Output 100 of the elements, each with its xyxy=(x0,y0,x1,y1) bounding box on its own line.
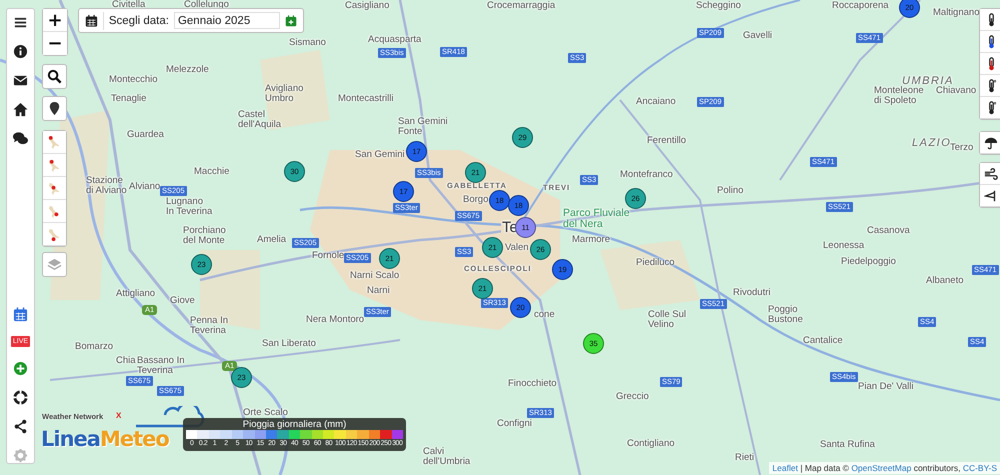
place-label: Guardea xyxy=(127,130,164,140)
place-label: Nera Montoro xyxy=(306,315,364,325)
date-input[interactable]: Gennaio 2025 xyxy=(174,12,280,29)
place-label: Giove xyxy=(170,296,195,306)
place-label: Albaneto xyxy=(926,276,964,286)
pin-icon xyxy=(47,101,62,116)
place-label: Orte Scalo xyxy=(243,408,288,418)
place-label: Penna In Teverina xyxy=(190,316,228,336)
logo-wordmark: LineaMeteo xyxy=(41,428,169,450)
place-label: Scheggino xyxy=(696,1,741,11)
place-label: Montefranco xyxy=(620,170,673,180)
rain-layer-button[interactable] xyxy=(980,132,1000,154)
chat-icon[interactable] xyxy=(13,131,28,146)
place-label: Chia xyxy=(116,356,136,366)
place-label: Narni Scalo xyxy=(350,271,400,281)
place-label: Piedelpoggio xyxy=(841,257,896,267)
wind-icon xyxy=(984,166,998,180)
place-label: Borgo xyxy=(463,195,488,205)
place-label: Calvi dell'Umbria xyxy=(423,447,470,467)
place-label: Bassano In Teverina xyxy=(137,356,185,376)
place-label: Configni xyxy=(497,419,532,429)
place-label: Tenaglie xyxy=(111,94,146,104)
place-label: Stazione di Alviano xyxy=(86,176,127,196)
place-label: Ferentillo xyxy=(647,136,686,146)
place-label: Montecchio xyxy=(109,75,158,85)
marker-button[interactable] xyxy=(42,96,67,121)
mail-icon[interactable] xyxy=(13,73,28,88)
place-label: Alviano xyxy=(129,182,160,192)
italy-map-icon xyxy=(47,204,62,218)
zoom-in-button[interactable]: + xyxy=(43,9,67,32)
map-attribution: Leaflet | Map data © OpenStreetMap contributors, CC-BY-S xyxy=(769,462,1000,474)
place-label: Avigliano Umbro xyxy=(265,84,304,104)
leaflet-link[interactable]: Leaflet xyxy=(772,463,798,473)
place-label: Macchie xyxy=(194,167,230,177)
place-label: Castel dell'Aquila xyxy=(238,110,282,130)
place-label: Rivodutri xyxy=(733,288,770,298)
park-label: Parco Fluviale del Nera xyxy=(563,208,630,230)
menu-icon[interactable] xyxy=(13,15,28,30)
place-label: Leonessa xyxy=(823,241,864,251)
place-label: cone xyxy=(534,310,555,320)
place-label: Fornole xyxy=(312,251,344,261)
place-label: Crocemarraggia xyxy=(487,1,556,11)
thermometer-icon xyxy=(986,100,996,114)
date-label: Scegli data: xyxy=(108,14,169,26)
place-label: Chiavano xyxy=(936,86,976,96)
add-icon[interactable] xyxy=(13,361,28,376)
place-label: San Gemini Fonte xyxy=(398,117,448,137)
place-label: Civitella xyxy=(112,0,146,10)
place-label: Melezzole xyxy=(166,65,209,75)
openstreetmap-link[interactable]: OpenStreetMap xyxy=(851,463,912,473)
place-label: Bomarzo xyxy=(75,342,114,352)
info-icon[interactable] xyxy=(13,44,28,59)
place-label: Cantalice xyxy=(803,336,843,346)
place-label: Casanova xyxy=(867,226,910,236)
place-label: Monteleone di Spoleto xyxy=(874,86,924,106)
place-label: Pian De' Valli xyxy=(858,382,914,392)
wind-vane-icon xyxy=(984,188,998,202)
temperature-layer-button[interactable] xyxy=(980,9,1000,31)
search-button[interactable] xyxy=(42,64,67,89)
calendar-icon[interactable] xyxy=(85,14,98,28)
italy-map-icon xyxy=(47,134,62,150)
logo-mark: X xyxy=(116,411,122,420)
place-label: Gavelli xyxy=(743,31,772,41)
lifebuoy-icon[interactable] xyxy=(13,390,28,405)
place-label: Collelungo xyxy=(184,0,229,10)
place-label: Attigliano xyxy=(116,289,156,299)
region-label: UMBRIA xyxy=(902,76,954,87)
italy-region-button[interactable] xyxy=(43,131,66,154)
place-label: Valen xyxy=(505,243,529,253)
place-label: Finocchieto xyxy=(508,379,557,389)
place-label: Sismano xyxy=(289,38,326,48)
thermometer-icon xyxy=(986,34,996,48)
region-label: LAZIO xyxy=(912,138,952,149)
place-label: Narni xyxy=(367,286,390,296)
calendar-add-icon[interactable] xyxy=(284,14,297,28)
wind-layer-button[interactable] xyxy=(980,163,1000,185)
place-label: Casigliano xyxy=(345,1,390,11)
place-label: Polino xyxy=(717,186,744,196)
italy-map-icon xyxy=(47,226,62,242)
umbrella-icon xyxy=(984,136,998,150)
legend-title: Pioggia giornaliera (mm) xyxy=(242,419,346,430)
place-label: Amelia xyxy=(257,235,286,245)
share-icon[interactable] xyxy=(13,419,28,434)
italy-map-icon xyxy=(47,158,62,172)
place-label: Montecastrilli xyxy=(338,94,394,104)
license-link[interactable]: CC-BY-S xyxy=(962,463,997,473)
place-label: Lugnano In Teverina xyxy=(166,197,212,217)
place-label: Marmore xyxy=(572,235,610,245)
home-icon[interactable] xyxy=(13,102,28,117)
place-label: Roccaporena xyxy=(832,1,889,11)
place-label: Maltignano xyxy=(933,8,980,18)
layers-icon xyxy=(47,257,62,272)
thermometer-icon xyxy=(986,56,996,70)
italy-map-icon xyxy=(47,180,62,196)
place-label: Rieti xyxy=(735,453,754,463)
place-label: Greccio xyxy=(616,392,649,402)
place-label: Santa Rufina xyxy=(820,440,875,450)
search-icon xyxy=(47,69,62,84)
place-label: Porchiano del Monte xyxy=(183,226,226,246)
place-label: Contigliano xyxy=(627,439,675,449)
